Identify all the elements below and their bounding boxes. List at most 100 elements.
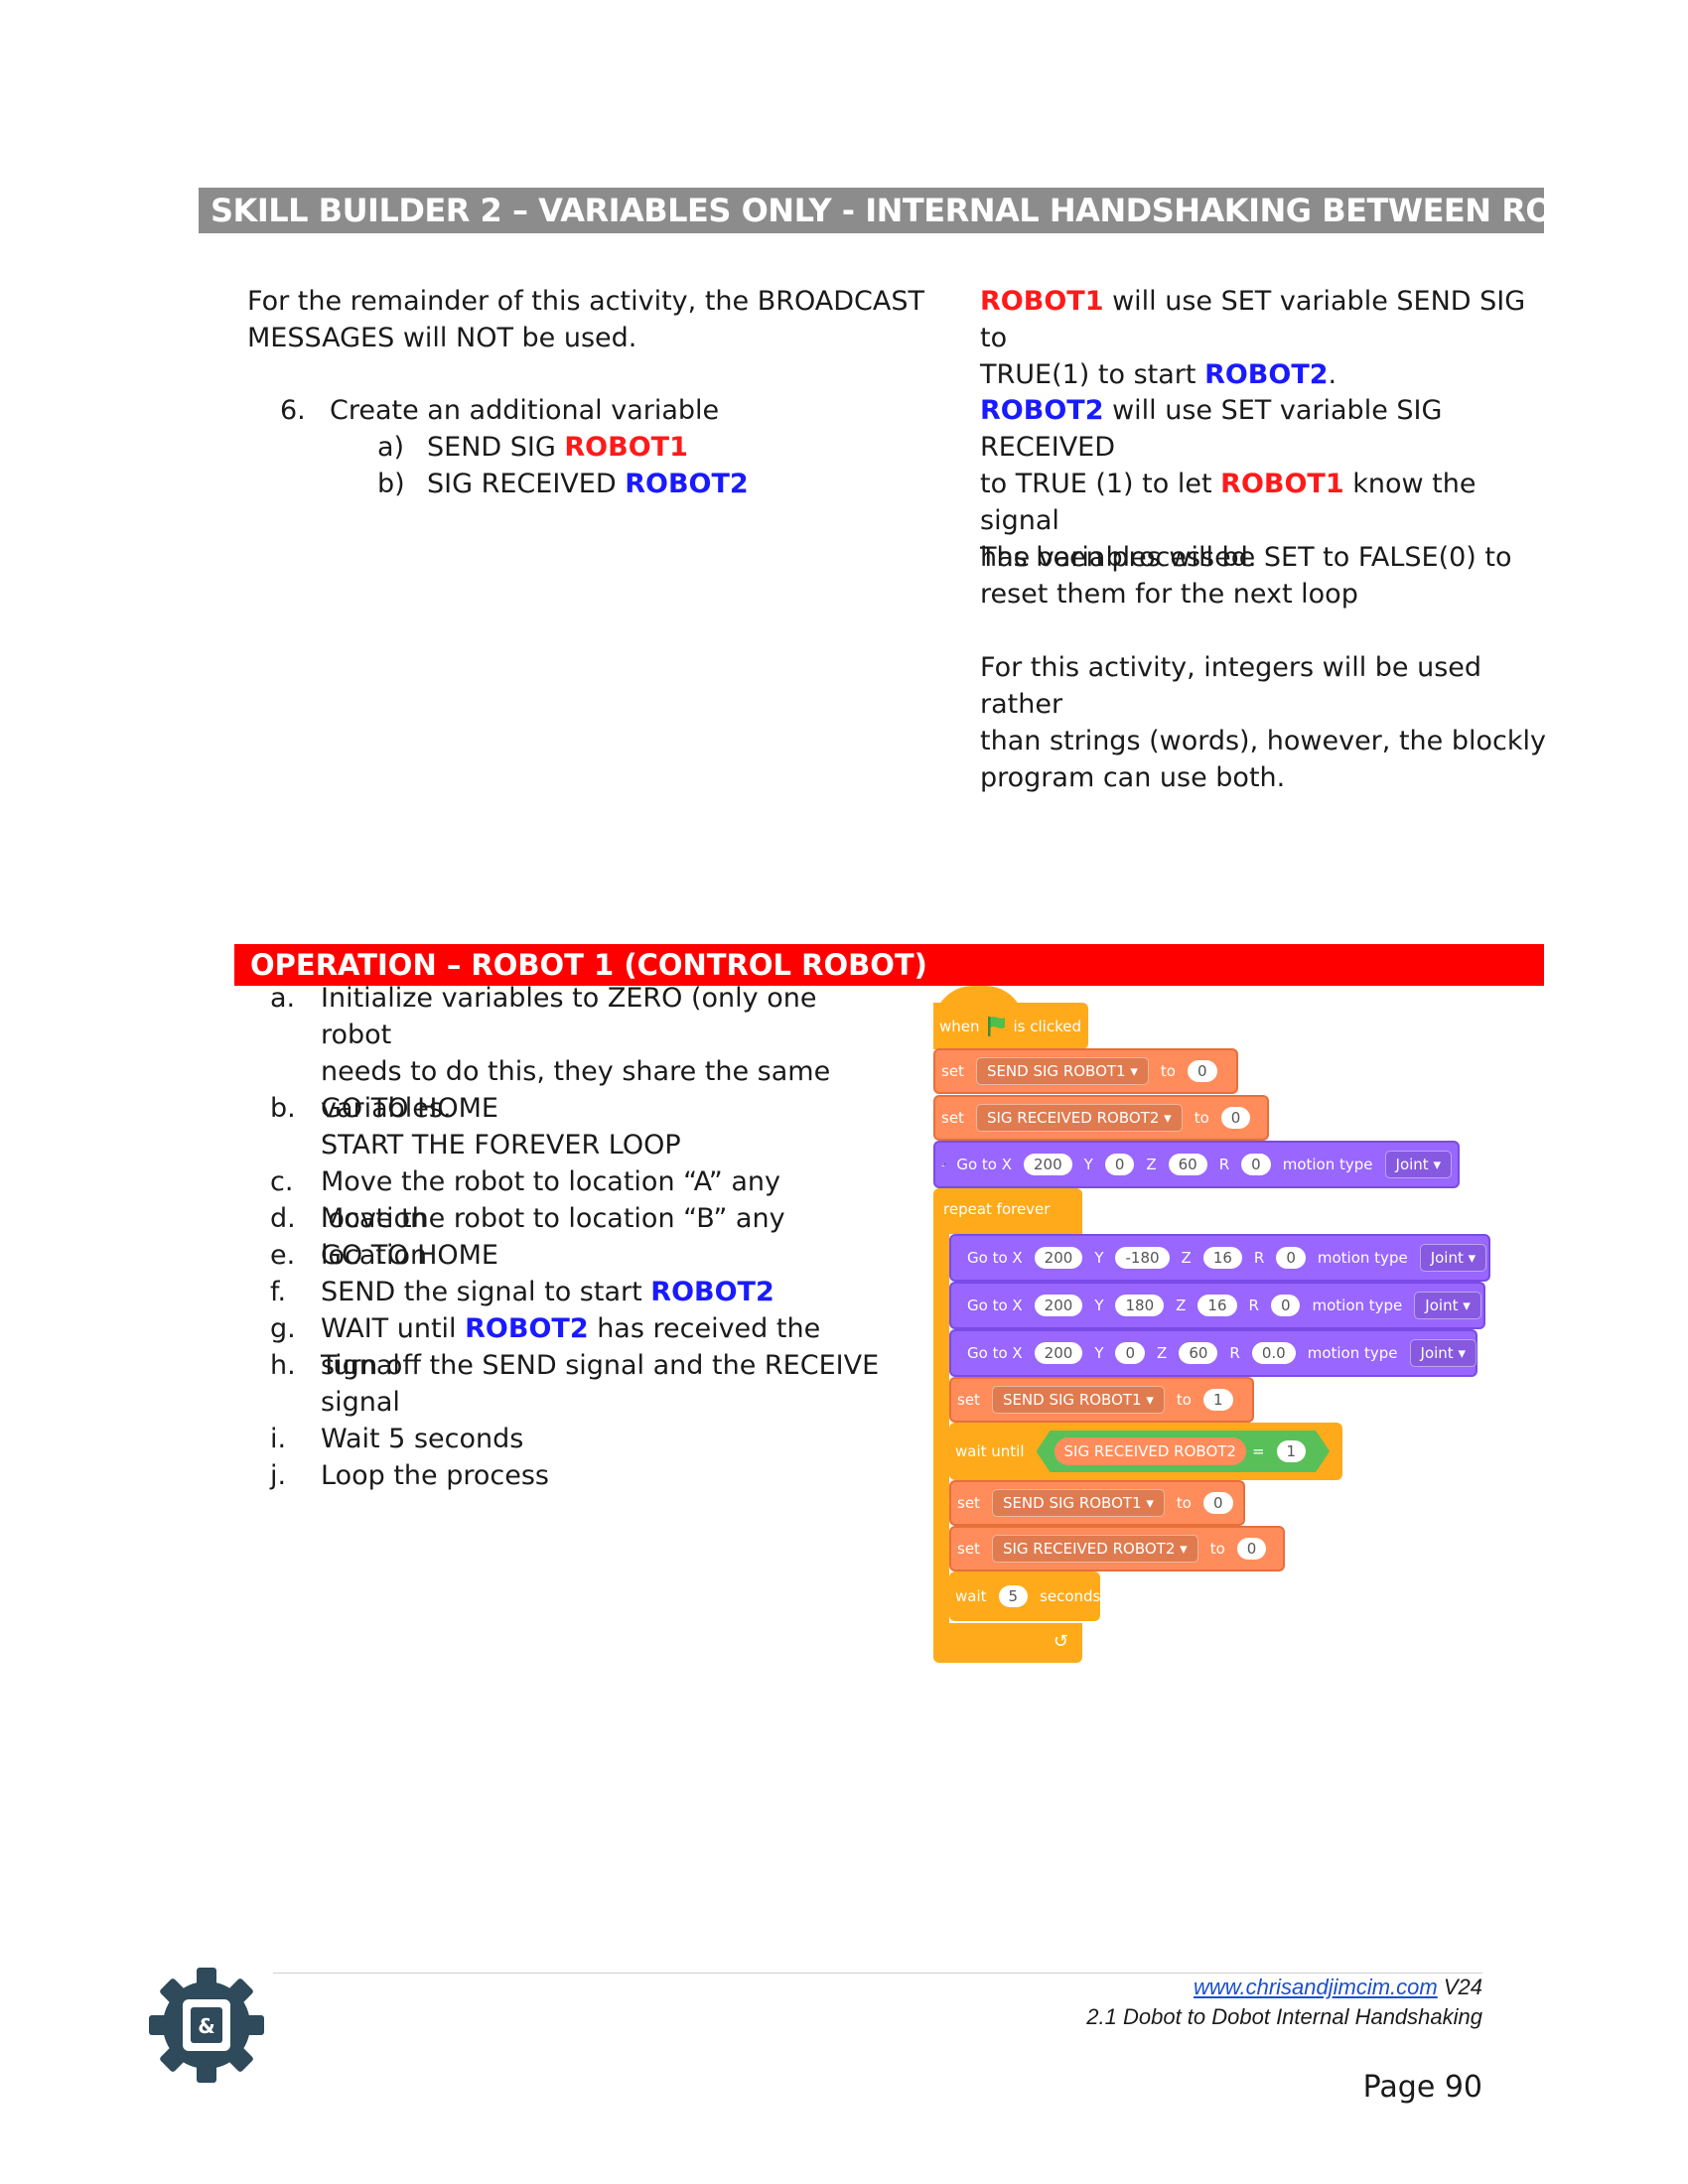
robot1-label: ROBOT1 [564,432,688,463]
block-label: motion type [1307,1344,1398,1362]
block-label: to [1176,1494,1192,1512]
page-number: Page 90 [1362,2070,1482,2105]
set-send-sig-block[interactable]: set SEND SIG ROBOT1 ▾ to 0 [933,1048,1238,1094]
set-send-sig-block[interactable]: set SEND SIG ROBOT1 ▾ to 1 [949,1377,1254,1423]
step-6: 6. Create an additional variable [280,392,975,429]
value-input[interactable]: 0 [1187,1060,1217,1082]
y-input[interactable]: 0 [1115,1342,1146,1364]
variable-dropdown[interactable]: SEND SIG ROBOT1 ▾ [991,1489,1165,1517]
sub-text: SIG RECEIVED [427,469,626,499]
r-input[interactable]: 0 [1276,1247,1306,1269]
variable-dropdown[interactable]: SEND SIG ROBOT1 ▾ [991,1386,1165,1414]
intro-line: MESSAGES will NOT be used. [247,323,637,353]
value-input[interactable]: 0 [1202,1492,1233,1514]
block-label: is clicked [1013,1017,1081,1035]
paragraph-text: . [1328,359,1337,390]
robot2-label: ROBOT2 [650,1277,774,1307]
list-marker: g. [270,1313,296,1344]
y-input[interactable]: 0 [1104,1154,1135,1175]
seconds-input[interactable]: 5 [998,1585,1029,1607]
block-label: Y [1094,1249,1104,1267]
list-line: signal [321,1387,400,1418]
motion-type-dropdown[interactable]: Joint ▾ [1414,1292,1481,1319]
z-input[interactable]: 60 [1168,1154,1207,1175]
list-line: Turn off the SEND signal and the RECEIVE [321,1350,880,1381]
x-input[interactable]: 200 [1024,1154,1072,1175]
block-label: Y [1083,1156,1093,1173]
x-input[interactable]: 200 [1034,1247,1083,1269]
wait-until-block[interactable]: wait until SIG RECEIVED ROBOT2 = 1 [949,1423,1342,1480]
list-line: Initialize variables to ZERO (only one r… [321,983,817,1050]
block-label: Z [1176,1297,1187,1314]
variable-dropdown[interactable]: SEND SIG ROBOT1 ▾ [975,1057,1149,1085]
website-link[interactable]: www.chrisandjimcim.com [1194,1975,1438,1999]
block-label: R [1218,1156,1230,1173]
r-input[interactable]: 0 [1241,1154,1271,1175]
block-label: motion type [1282,1156,1373,1173]
when-flag-clicked-block[interactable]: when is clicked [933,1003,1088,1049]
block-label: set [941,1062,964,1080]
go-to-location-b-block[interactable]: Go to X 200 Y 180 Z 16 R 0 motion type J… [949,1282,1485,1329]
value-input[interactable]: 1 [1277,1440,1307,1462]
list-marker: f. [270,1277,287,1307]
z-input[interactable]: 60 [1179,1342,1218,1364]
block-label: repeat forever [943,1200,1051,1218]
step-6b: b) SIG RECEIVED ROBOT2 [377,466,874,502]
y-input[interactable]: -180 [1115,1247,1170,1269]
block-label: set [941,1109,964,1127]
list-text: Wait 5 seconds [321,1424,524,1454]
set-sig-received-block[interactable]: set SIG RECEIVED ROBOT2 ▾ to 0 [933,1095,1269,1141]
paragraph-text: TRUE(1) to start [980,359,1205,390]
list-text: GO TO HOME START THE FOREVER LOOP [321,1090,887,1163]
value-input[interactable]: 0 [1236,1538,1267,1560]
list-text: Turn off the SEND signal and the RECEIVE… [321,1347,887,1421]
block-label: Y [1094,1344,1104,1362]
y-input[interactable]: 180 [1115,1295,1165,1316]
variable-dropdown[interactable]: SIG RECEIVED ROBOT2 ▾ [991,1535,1198,1563]
variable-reporter[interactable]: SIG RECEIVED ROBOT2 [1055,1437,1246,1465]
x-input[interactable]: 200 [1034,1295,1083,1316]
robot2-label: ROBOT2 [625,469,749,499]
variable-dropdown[interactable]: SIG RECEIVED ROBOT2 ▾ [975,1104,1183,1132]
motion-type-dropdown[interactable]: Joint ▾ [1384,1151,1452,1178]
r-input[interactable]: 0.0 [1251,1342,1296,1364]
sub-marker: b) [377,469,405,499]
block-label: Y [1094,1297,1104,1314]
go-to-location-a-block[interactable]: Go to X 200 Y -180 Z 16 R 0 motion type … [949,1234,1490,1282]
intro-line: For the remainder of this activity, the … [247,286,924,317]
block-label: to [1160,1062,1176,1080]
motion-type-dropdown[interactable]: Joint ▾ [1409,1339,1477,1367]
loop-arrow-icon: ↺ [1053,1631,1068,1652]
gear-logo-icon: & [147,1966,266,2085]
z-input[interactable]: 16 [1202,1247,1242,1269]
block-label: set [957,1494,980,1512]
paragraph-text: The variables will be SET to FALSE(0) to [980,542,1512,573]
paragraph-text: For this activity, integers will be used… [980,652,1482,720]
z-input[interactable]: 16 [1197,1295,1237,1316]
robot2-label: ROBOT2 [1204,359,1329,390]
equals-condition[interactable]: SIG RECEIVED ROBOT2 = 1 [1037,1431,1331,1472]
go-to-home-block[interactable]: Go to X 200 Y 0 Z 60 R 0 motion type Joi… [933,1141,1460,1188]
r-input[interactable]: 0 [1270,1295,1301,1316]
set-send-sig-block[interactable]: set SEND SIG ROBOT1 ▾ to 0 [949,1480,1245,1526]
block-label: wait [955,1587,987,1605]
value-input[interactable]: 1 [1202,1389,1233,1411]
repeat-forever-arm [933,1234,949,1623]
list-marker: h. [270,1350,296,1381]
x-input[interactable]: 200 [1034,1342,1083,1364]
motion-type-dropdown[interactable]: Joint ▾ [1419,1244,1487,1272]
wait-seconds-block[interactable]: wait 5 seconds [949,1571,1100,1621]
footer-info: www.chrisandjimcim.com V24 2.1 Dobot to … [894,1973,1482,2032]
list-marker: b. [270,1093,296,1124]
right-paragraph-1: ROBOT1 will use SET variable SEND SIG to… [980,283,1556,393]
block-label: Go to X [967,1249,1023,1267]
repeat-forever-block[interactable]: repeat forever [933,1188,1082,1234]
step-text: Create an additional variable [330,395,720,426]
list-line: needs to do this, they share the same [321,1056,831,1087]
block-label: set [957,1391,980,1409]
version-label: V24 [1437,1975,1482,1999]
set-sig-received-block[interactable]: set SIG RECEIVED ROBOT2 ▾ to 0 [949,1526,1285,1571]
value-input[interactable]: 0 [1220,1107,1251,1129]
go-to-home-block[interactable]: Go to X 200 Y 0 Z 60 R 0.0 motion type J… [949,1329,1477,1377]
block-label: seconds [1040,1587,1101,1605]
